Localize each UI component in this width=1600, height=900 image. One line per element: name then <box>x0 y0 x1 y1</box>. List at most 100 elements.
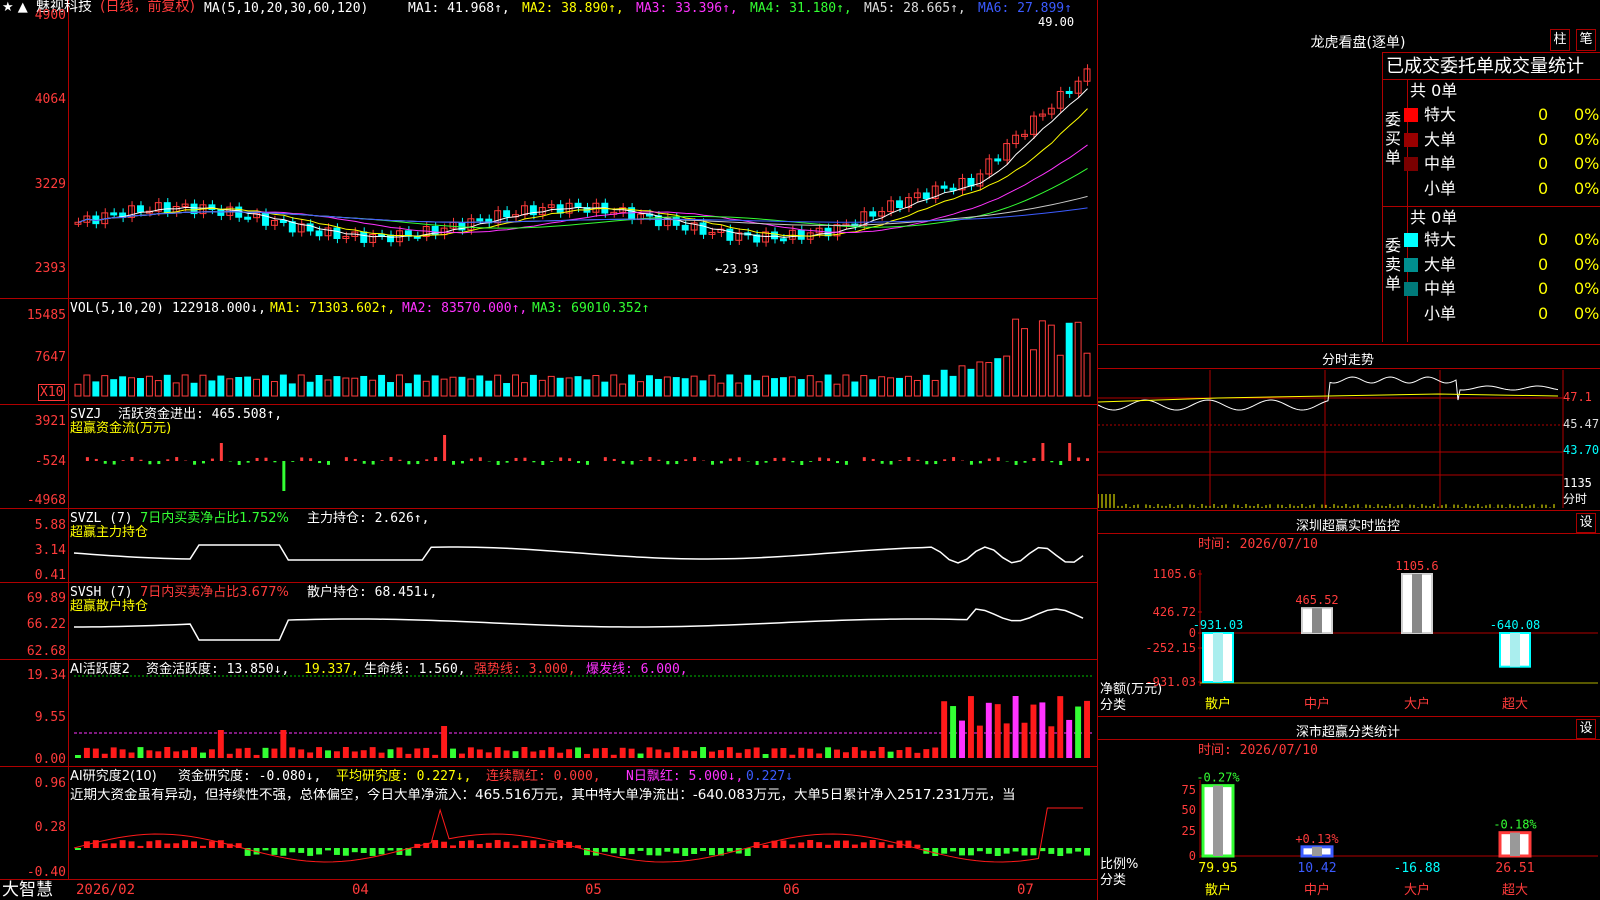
volume-bar <box>404 383 412 397</box>
volume-bar <box>637 381 645 397</box>
sz-value-label: 465.52 <box>1295 593 1338 607</box>
activity-bar <box>289 747 296 758</box>
sz-value-label: -931.03 <box>1193 618 1244 632</box>
volume-bar <box>628 374 636 397</box>
volume-bar <box>931 379 939 397</box>
class-category: 散户 <box>1205 882 1231 898</box>
activity-bar <box>717 750 724 758</box>
volume-bar <box>83 374 91 397</box>
volume-bar <box>672 377 680 397</box>
research-bar <box>289 848 296 853</box>
research-bar <box>110 843 117 848</box>
candle-body <box>279 219 287 223</box>
research-bar <box>217 840 224 848</box>
activity-bar <box>851 747 858 758</box>
activity-bar <box>905 747 912 758</box>
class-value-label: 79.95 <box>1198 861 1237 876</box>
volume-bar <box>699 380 707 397</box>
volume-bar <box>163 374 171 397</box>
volume-bar <box>851 381 859 397</box>
activity-bar <box>155 751 162 758</box>
volume-bar <box>1047 324 1055 397</box>
volume-bar <box>244 376 252 397</box>
volume-bar <box>217 375 225 397</box>
activity-bar <box>494 747 501 758</box>
research-bar <box>637 848 644 851</box>
volume-bar <box>1083 352 1091 397</box>
sz-category: 散户 <box>1205 696 1231 712</box>
research-bar <box>503 841 510 848</box>
volume-bar <box>610 374 618 397</box>
activity-bar <box>798 747 805 758</box>
activity-bar <box>530 751 537 758</box>
research-bar <box>548 842 555 848</box>
volume-bar <box>279 374 287 397</box>
activity-bar <box>869 751 876 758</box>
class-change-label: -0.18% <box>1493 818 1537 832</box>
activity-bar <box>360 750 367 758</box>
kline-chart[interactable] <box>0 0 1098 900</box>
volume-bar <box>369 379 377 397</box>
research-bar <box>450 845 456 848</box>
class-bar-shade <box>1213 785 1223 856</box>
activity-bar <box>575 747 581 758</box>
sz-category: 超大 <box>1502 697 1528 712</box>
research-bar <box>1075 848 1082 852</box>
activity-bar <box>976 725 983 758</box>
activity-bar <box>896 750 903 758</box>
activity-bar <box>378 752 385 758</box>
class-value-label: 10.42 <box>1297 861 1336 876</box>
volume-bar <box>583 379 591 397</box>
research-bar <box>834 840 840 848</box>
research-bar <box>307 848 314 856</box>
activity-bar <box>584 753 590 758</box>
research-bar <box>994 848 1001 856</box>
research-bar <box>432 840 439 848</box>
research-bar <box>1021 848 1028 856</box>
activity-bar <box>646 747 653 758</box>
research-bar <box>789 844 796 848</box>
sz-bar-shade <box>1312 608 1322 633</box>
research-bar <box>200 845 206 848</box>
main-chart-area[interactable]: ★ ▲ 魅视科技 (日线，前复权) MA(5,10,20,30,60,120) … <box>0 0 1098 900</box>
research-bar <box>700 848 707 852</box>
volume-bar <box>806 375 814 397</box>
research-bar <box>950 848 957 852</box>
activity-bar <box>173 751 180 758</box>
volume-bar <box>74 383 82 397</box>
activity-bar <box>726 747 733 758</box>
activity-bar <box>333 751 340 758</box>
volume-bar <box>485 380 493 397</box>
research-bar <box>75 848 81 850</box>
class-category: 大户 <box>1404 882 1430 898</box>
activity-bar <box>226 753 233 758</box>
volume-bar <box>1074 321 1082 397</box>
volume-bar <box>788 376 796 397</box>
activity-bar <box>1066 719 1073 758</box>
activity-bar <box>994 704 1001 758</box>
research-bar <box>378 848 385 855</box>
volume-bar <box>262 375 269 397</box>
activity-bar <box>887 751 894 758</box>
candle-body <box>869 211 877 217</box>
activity-bar <box>735 752 742 758</box>
candle-body <box>994 158 1002 162</box>
activity-bar <box>834 749 840 758</box>
activity-bar <box>816 753 823 758</box>
class-value-label: 26.51 <box>1495 861 1534 876</box>
candle-body <box>503 210 511 218</box>
volume-bar <box>253 378 261 397</box>
volume-bar <box>967 368 975 397</box>
activity-bar <box>253 754 260 758</box>
research-bar <box>325 848 331 851</box>
right-panel: 龙虎看盘(逐单) 柱 笔 已成交委托单成交量统计 委买单 委卖单 共 0单 共 … <box>1098 0 1600 900</box>
volume-bar <box>110 379 118 397</box>
class-category: 中户 <box>1304 882 1330 898</box>
activity-bar <box>700 747 707 758</box>
volume-bar <box>119 376 127 397</box>
research-bar <box>878 842 885 848</box>
volume-bar <box>547 375 555 397</box>
sz-tick: -252.15 <box>1145 641 1196 655</box>
volume-bar <box>324 379 332 397</box>
research-bar <box>628 848 635 855</box>
